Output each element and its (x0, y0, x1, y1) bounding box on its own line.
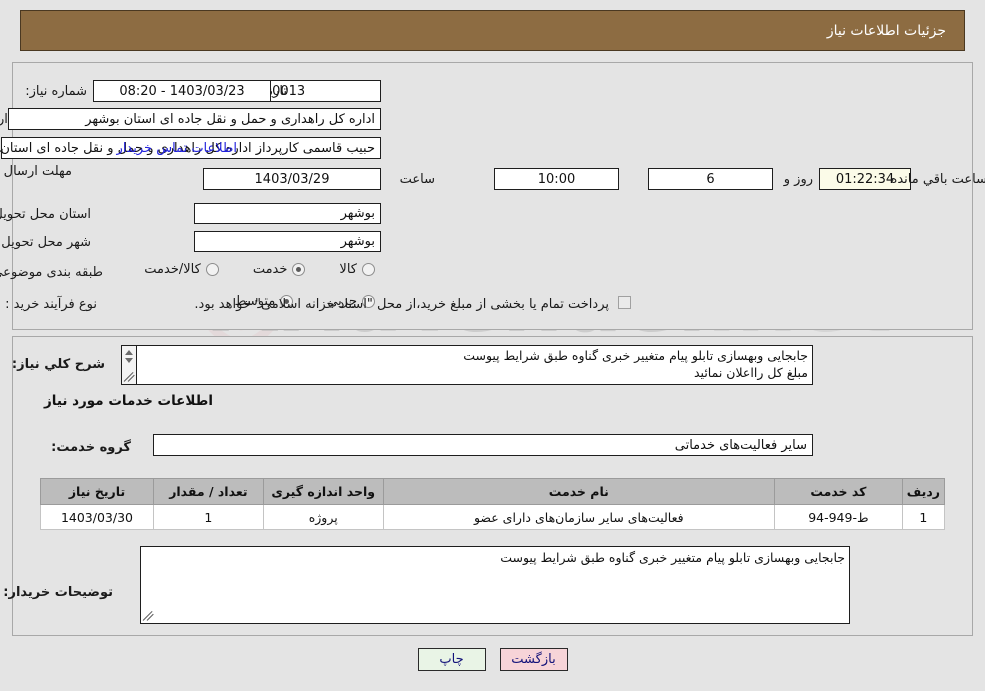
delivery-province-label: استان محل تحویل: (0, 207, 91, 222)
page-root: AriaTender.net جزئیات اطلاعات نیاز شماره… (0, 0, 985, 691)
buyer-notes-textarea[interactable]: جابجایی وبهسازی تابلو پیام متغییر خبری گ… (140, 546, 850, 624)
print-button[interactable]: چاپ (417, 648, 486, 671)
cell-name: فعالیت‌های سایر سازمان‌های دارای عضو (382, 504, 775, 530)
service-group-value: سایر فعالیت‌های خدماتی (153, 434, 813, 456)
resize-grip-icon[interactable] (123, 371, 135, 382)
category-radio-group[interactable]: کالا خدمت کالا/خدمت (144, 262, 375, 277)
radio-label: کالا/خدمت (144, 262, 201, 277)
table-header-row: ردیف کد خدمت نام خدمت واحد اندازه گیری ت… (40, 478, 946, 505)
deadline-time-value: 10:00 (494, 168, 619, 190)
remaining-days-value: 6 (648, 168, 773, 190)
page-header: جزئیات اطلاعات نیاز (20, 10, 965, 51)
radio-dot-icon[interactable] (292, 263, 306, 276)
col-index: ردیف (901, 478, 946, 505)
col-name: نام خدمت (382, 478, 775, 505)
col-unit: واحد اندازه گیری (262, 478, 384, 505)
col-quantity: تعداد / مقدار (152, 478, 264, 505)
radio-category-khedmat[interactable]: خدمت (253, 262, 306, 277)
delivery-city-value: بوشهر (194, 231, 381, 252)
service-group-label: گروه خدمت: (51, 440, 131, 455)
days-label: روز و (783, 172, 813, 187)
treasury-bonds-label: پرداخت تمام یا بخشی از مبلغ خرید،از محل … (194, 297, 609, 312)
textarea-scroll-control[interactable] (122, 346, 137, 384)
deadline-date-value: 1403/03/29 (203, 168, 381, 190)
radio-dot-icon[interactable] (205, 263, 219, 276)
chevron-down-icon[interactable] (125, 358, 133, 363)
services-section-title: اطلاعات خدمات مورد نیاز (43, 393, 213, 409)
hour-label: ساعت (399, 172, 435, 187)
cell-quantity: 1 (152, 504, 264, 530)
category-label: طبقه بندی موضوعی: (0, 265, 103, 280)
back-button[interactable]: بازگشت (499, 648, 568, 671)
general-description-label: شرح کلي نیاز: (11, 357, 105, 372)
need-info-panel (12, 62, 973, 330)
buyer-contact-link[interactable]: اطلاعات تماس خریدار (117, 141, 237, 156)
radio-category-kala[interactable]: کالا (339, 262, 375, 277)
cell-index: 1 (901, 504, 946, 530)
delivery-province-value: بوشهر (194, 203, 381, 224)
cell-code: ط-949-94 (773, 504, 903, 530)
purchase-type-label: نوع فرآیند خرید : (5, 297, 97, 312)
announce-datetime-value: 1403/03/23 - 08:20 (93, 80, 271, 102)
resize-grip-icon[interactable] (142, 610, 154, 621)
general-description-textarea[interactable]: جابجایی وبهسازی تابلو پیام متغییر خبری گ… (121, 345, 813, 385)
buyer-org-value: اداره کل راهداری و حمل و نقل جاده ای است… (8, 108, 381, 130)
countdown-label: ساعت باقي مانده (890, 172, 985, 187)
need-number-label: شماره نیاز: (25, 84, 87, 99)
col-code: کد خدمت (773, 478, 903, 505)
radio-label: کالا (339, 262, 357, 277)
general-description-text: جابجایی وبهسازی تابلو پیام متغییر خبری گ… (463, 348, 808, 380)
page-title: جزئیات اطلاعات نیاز (826, 22, 946, 39)
radio-category-kala-khedmat[interactable]: کالا/خدمت (144, 262, 219, 277)
buyer-notes-label: توضیحات خریدار: (3, 585, 113, 600)
radio-dot-icon[interactable] (362, 263, 375, 276)
treasury-bonds-checkbox[interactable] (618, 296, 631, 309)
buyer-notes-text: جابجایی وبهسازی تابلو پیام متغییر خبری گ… (500, 550, 845, 565)
footer-button-bar: بازگشت چاپ (0, 648, 985, 671)
deadline-label: مهلت ارسال پاسخ: تا تاریخ: (0, 164, 72, 179)
textarea-resize-area[interactable] (141, 547, 156, 623)
cell-unit: پروژه (262, 504, 384, 530)
col-date: تاریخ نیاز (40, 478, 154, 505)
radio-label: خدمت (252, 262, 288, 277)
cell-need-date: 1403/03/30 (40, 504, 154, 530)
table-row: 1 ط-949-94 فعالیت‌های سایر سازمان‌های دا… (40, 504, 946, 530)
chevron-up-icon[interactable] (125, 350, 133, 355)
services-table: ردیف کد خدمت نام خدمت واحد اندازه گیری ت… (40, 478, 946, 530)
delivery-city-label: شهر محل تحویل: (0, 235, 91, 250)
